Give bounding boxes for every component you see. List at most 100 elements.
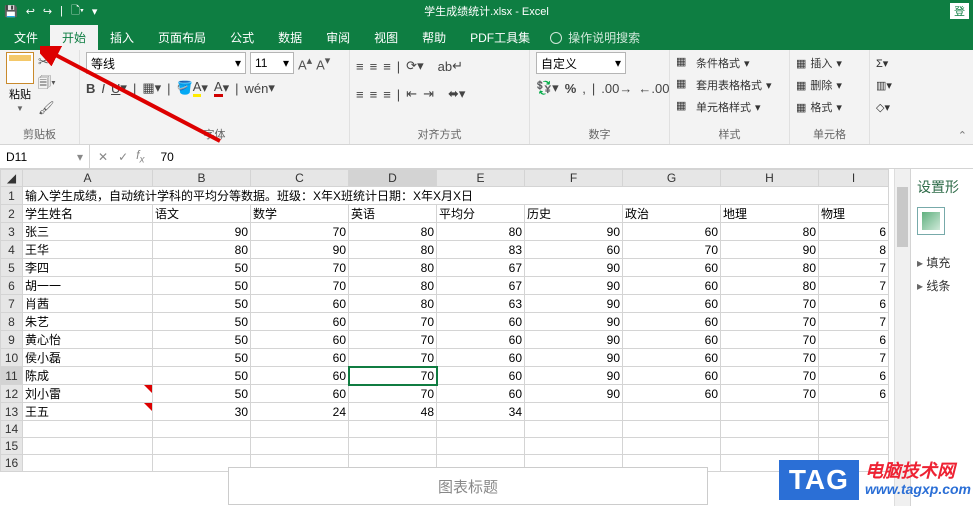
align-right-icon[interactable]: ≡: [383, 87, 391, 102]
cell-I2[interactable]: 物理: [819, 205, 889, 223]
cell-D2[interactable]: 英语: [349, 205, 437, 223]
cell-F2[interactable]: 历史: [525, 205, 623, 223]
fx-icon[interactable]: fx: [136, 148, 150, 165]
cell-A12[interactable]: 刘小雷: [23, 385, 153, 403]
border-icon[interactable]: ▦▾: [142, 80, 161, 96]
cell-B13[interactable]: 30: [153, 403, 251, 421]
tab-file[interactable]: 文件: [2, 25, 50, 50]
cell-A3[interactable]: 张三: [23, 223, 153, 241]
cell-F9[interactable]: 90: [525, 331, 623, 349]
cell-E13[interactable]: 34: [437, 403, 525, 421]
cell-B2[interactable]: 语文: [153, 205, 251, 223]
select-all[interactable]: ◢: [1, 170, 23, 187]
cell-I12[interactable]: 6: [819, 385, 889, 403]
row-header-1[interactable]: 1: [1, 187, 23, 205]
cell-F5[interactable]: 90: [525, 259, 623, 277]
cell-E9[interactable]: 60: [437, 331, 525, 349]
paste-button[interactable]: 粘贴 ▼: [6, 52, 34, 113]
cell-E15[interactable]: [437, 438, 525, 455]
align-top-icon[interactable]: ≡: [356, 59, 364, 74]
cell-D14[interactable]: [349, 421, 437, 438]
cell-E3[interactable]: 80: [437, 223, 525, 241]
row-header-7[interactable]: 7: [1, 295, 23, 313]
increase-indent-icon[interactable]: ⇥: [423, 86, 434, 102]
merge-center-icon[interactable]: ⬌▾: [448, 86, 465, 102]
cut-icon[interactable]: ✂: [38, 54, 56, 70]
cell-C8[interactable]: 60: [251, 313, 349, 331]
cell-D4[interactable]: 80: [349, 241, 437, 259]
cell-G11[interactable]: 60: [623, 367, 721, 385]
cell-D7[interactable]: 80: [349, 295, 437, 313]
formula-input[interactable]: 70: [150, 150, 173, 164]
tab-formulas[interactable]: 公式: [218, 25, 266, 50]
cell-F7[interactable]: 90: [525, 295, 623, 313]
increase-font-icon[interactable]: A▴: [298, 54, 312, 72]
cell-I10[interactable]: 7: [819, 349, 889, 367]
cell-I15[interactable]: [819, 438, 889, 455]
cell-F15[interactable]: [525, 438, 623, 455]
worksheet[interactable]: ◢ABCDEFGHI1输入学生成绩，自动统计学科的平均分等数据。班级：X年X班统…: [0, 169, 910, 506]
cell-G10[interactable]: 60: [623, 349, 721, 367]
cell-E12[interactable]: 60: [437, 385, 525, 403]
font-color-icon[interactable]: A▾: [214, 79, 229, 97]
chart-title[interactable]: 图表标题: [228, 467, 708, 505]
row-header-14[interactable]: 14: [1, 421, 23, 438]
cell-E10[interactable]: 60: [437, 349, 525, 367]
cell-F11[interactable]: 90: [525, 367, 623, 385]
cell-H2[interactable]: 地理: [721, 205, 819, 223]
cell-G15[interactable]: [623, 438, 721, 455]
save-icon[interactable]: 💾: [4, 5, 18, 18]
cell-A1[interactable]: 输入学生成绩，自动统计学科的平均分等数据。班级：X年X班统计日期：X年X月X日: [23, 187, 889, 205]
cell-C6[interactable]: 70: [251, 277, 349, 295]
cell-B3[interactable]: 90: [153, 223, 251, 241]
cell-B11[interactable]: 50: [153, 367, 251, 385]
cell-D6[interactable]: 80: [349, 277, 437, 295]
section-line[interactable]: 线条: [917, 277, 967, 294]
cell-C7[interactable]: 60: [251, 295, 349, 313]
percent-icon[interactable]: %: [565, 81, 577, 96]
col-header-C[interactable]: C: [251, 170, 349, 187]
row-header-10[interactable]: 10: [1, 349, 23, 367]
decrease-indent-icon[interactable]: ⇤: [406, 86, 417, 102]
cell-F13[interactable]: [525, 403, 623, 421]
cell-A2[interactable]: 学生姓名: [23, 205, 153, 223]
number-format-combo[interactable]: 自定义▾: [536, 52, 626, 74]
cell-A13[interactable]: 王五: [23, 403, 153, 421]
cell-H13[interactable]: [721, 403, 819, 421]
cell-A7[interactable]: 肖茜: [23, 295, 153, 313]
cell-A8[interactable]: 朱艺: [23, 313, 153, 331]
cell-G9[interactable]: 60: [623, 331, 721, 349]
cell-I6[interactable]: 7: [819, 277, 889, 295]
cell-D3[interactable]: 80: [349, 223, 437, 241]
autosum-button[interactable]: Σ▾: [876, 52, 914, 74]
cell-B6[interactable]: 50: [153, 277, 251, 295]
cell-C12[interactable]: 60: [251, 385, 349, 403]
col-header-F[interactable]: F: [525, 170, 623, 187]
fill-button[interactable]: ▥▾: [876, 74, 914, 96]
tab-data[interactable]: 数据: [266, 25, 314, 50]
format-as-table-button[interactable]: ▦套用表格格式▾: [676, 74, 783, 96]
cell-G12[interactable]: 60: [623, 385, 721, 403]
cell-H12[interactable]: 70: [721, 385, 819, 403]
enter-formula-icon[interactable]: ✓: [118, 150, 128, 164]
cell-I9[interactable]: 6: [819, 331, 889, 349]
row-header-5[interactable]: 5: [1, 259, 23, 277]
italic-icon[interactable]: I: [101, 81, 105, 96]
cell-I5[interactable]: 7: [819, 259, 889, 277]
row-header-13[interactable]: 13: [1, 403, 23, 421]
cell-B9[interactable]: 50: [153, 331, 251, 349]
cell-H7[interactable]: 70: [721, 295, 819, 313]
align-middle-icon[interactable]: ≡: [370, 59, 378, 74]
insert-cells-button[interactable]: ▦插入▾: [796, 52, 863, 74]
col-header-G[interactable]: G: [623, 170, 721, 187]
cell-D10[interactable]: 70: [349, 349, 437, 367]
cell-G14[interactable]: [623, 421, 721, 438]
increase-decimal-icon[interactable]: .00→: [601, 81, 632, 96]
cell-H8[interactable]: 70: [721, 313, 819, 331]
cell-I11[interactable]: 6: [819, 367, 889, 385]
chevron-down-icon[interactable]: ▾: [77, 150, 83, 164]
cell-G2[interactable]: 政治: [623, 205, 721, 223]
wrap-text-icon[interactable]: ab↵: [438, 58, 463, 74]
cell-F8[interactable]: 90: [525, 313, 623, 331]
cell-B15[interactable]: [153, 438, 251, 455]
